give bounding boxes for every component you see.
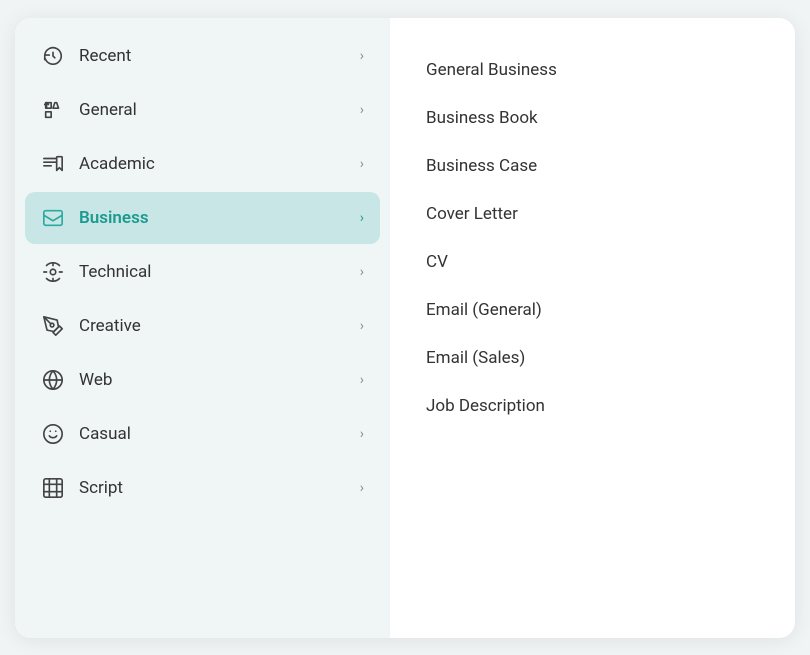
sidebar: Recent › General › Academic › xyxy=(15,18,390,638)
business-icon xyxy=(41,206,65,230)
sidebar-item-general[interactable]: General › xyxy=(25,84,380,136)
sidebar-item-business[interactable]: Business › xyxy=(25,192,380,244)
web-icon xyxy=(41,368,65,392)
chevron-icon: › xyxy=(360,318,364,334)
list-item[interactable]: Job Description xyxy=(426,382,759,430)
recent-icon xyxy=(41,44,65,68)
main-container: Recent › General › Academic › xyxy=(15,18,795,638)
list-item[interactable]: Business Book xyxy=(426,94,759,142)
main-content: General Business Business Book Business … xyxy=(390,18,795,638)
chevron-icon: › xyxy=(360,48,364,64)
script-icon xyxy=(41,476,65,500)
sidebar-item-business-label: Business xyxy=(79,208,149,228)
sidebar-item-recent-label: Recent xyxy=(79,46,131,66)
sidebar-item-web-label: Web xyxy=(79,370,112,390)
chevron-icon: › xyxy=(360,426,364,442)
casual-icon xyxy=(41,422,65,446)
sidebar-item-script[interactable]: Script › xyxy=(25,462,380,514)
sidebar-item-casual[interactable]: Casual › xyxy=(25,408,380,460)
list-item[interactable]: Email (Sales) xyxy=(426,334,759,382)
sidebar-item-creative[interactable]: Creative › xyxy=(25,300,380,352)
chevron-icon: › xyxy=(360,102,364,118)
creative-icon xyxy=(41,314,65,338)
list-item[interactable]: Cover Letter xyxy=(426,190,759,238)
list-item[interactable]: Business Case xyxy=(426,142,759,190)
general-icon xyxy=(41,98,65,122)
sidebar-item-academic-label: Academic xyxy=(79,154,155,174)
technical-icon xyxy=(41,260,65,284)
content-list: General Business Business Book Business … xyxy=(426,46,759,430)
sidebar-item-technical-label: Technical xyxy=(79,262,151,282)
chevron-icon: › xyxy=(360,156,364,172)
list-item[interactable]: Email (General) xyxy=(426,286,759,334)
list-item[interactable]: CV xyxy=(426,238,759,286)
list-item[interactable]: General Business xyxy=(426,46,759,94)
chevron-icon: › xyxy=(360,480,364,496)
sidebar-item-script-label: Script xyxy=(79,478,123,498)
chevron-icon: › xyxy=(360,372,364,388)
sidebar-item-general-label: General xyxy=(79,100,137,120)
sidebar-item-creative-label: Creative xyxy=(79,316,141,336)
academic-icon xyxy=(41,152,65,176)
chevron-icon: › xyxy=(360,264,364,280)
sidebar-item-technical[interactable]: Technical › xyxy=(25,246,380,298)
sidebar-item-recent[interactable]: Recent › xyxy=(25,30,380,82)
sidebar-item-web[interactable]: Web › xyxy=(25,354,380,406)
sidebar-item-academic[interactable]: Academic › xyxy=(25,138,380,190)
chevron-icon: › xyxy=(360,210,364,226)
sidebar-item-casual-label: Casual xyxy=(79,424,131,444)
